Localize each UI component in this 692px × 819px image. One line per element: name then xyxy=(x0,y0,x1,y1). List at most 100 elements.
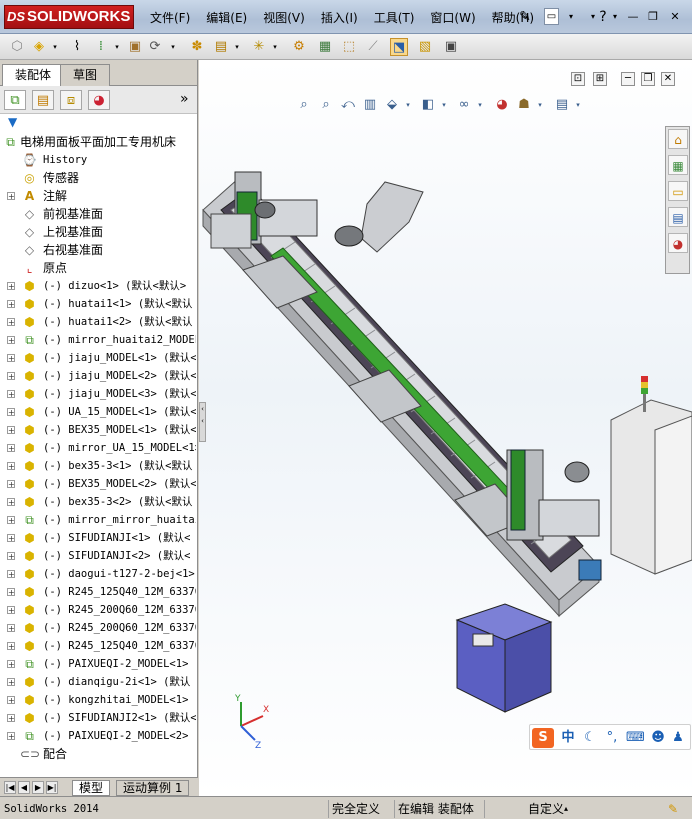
new-document-icon[interactable]: ▭ xyxy=(544,8,559,25)
tree-node-right-plane[interactable]: ◇ 右视基准面 xyxy=(0,241,196,259)
expand-icon[interactable]: + xyxy=(7,732,15,741)
next-tab-arrow-icon[interactable]: ▶ xyxy=(32,781,44,794)
expand-icon[interactable]: + xyxy=(7,642,15,651)
tree-component[interactable]: + ⬢ (-) BEX35_MODEL<2> (默认< xyxy=(0,475,196,493)
filter-icon[interactable]: ▼ xyxy=(8,115,17,129)
tree-component[interactable]: + ⬢ (-) SIFUDIANJI<2> (默认< xyxy=(0,547,196,565)
tree-component[interactable]: + ⬢ (-) R245_200Q60_12M_63370 xyxy=(0,601,196,619)
close-icon[interactable]: ✕ xyxy=(668,10,682,24)
tree-node-annotations[interactable]: + A 注解 xyxy=(0,187,196,205)
paperclip-icon[interactable]: ⌇ xyxy=(68,38,86,56)
chevron-down-icon[interactable]: ▾ xyxy=(164,38,182,56)
tree-component[interactable]: + ⬢ (-) jiaju_MODEL<2> (默认< xyxy=(0,367,196,385)
menu-edit[interactable]: 编辑(E) xyxy=(198,9,255,27)
tree-node-origin[interactable]: ⌞ 原点 xyxy=(0,259,196,277)
prev-tab-arrow-icon[interactable]: ◀ xyxy=(18,781,30,794)
expand-icon[interactable]: + xyxy=(7,390,15,399)
expand-icon[interactable]: + xyxy=(7,696,15,705)
tree-component[interactable]: + ⧉ (-) PAIXUEQI-2_MODEL<2> xyxy=(0,727,196,745)
expand-icon[interactable]: + xyxy=(7,462,15,471)
chevron-up-icon[interactable]: ▴ xyxy=(564,801,568,817)
moon-icon[interactable]: ☾ xyxy=(582,728,598,748)
tree-component[interactable]: + ⬢ (-) SIFUDIANJI<1> (默认< xyxy=(0,529,196,547)
menu-file[interactable]: 文件(F) xyxy=(150,9,198,27)
tree-component[interactable]: + ⬢ (-) kongzhitai_MODEL<1> xyxy=(0,691,196,709)
resources-icon[interactable]: ⌂ xyxy=(668,129,688,149)
menu-window[interactable]: 窗口(W) xyxy=(422,9,483,27)
tree-component[interactable]: + ⬢ (-) R245_125Q40_12M_63370 xyxy=(0,583,196,601)
expand-icon[interactable]: + xyxy=(7,552,15,561)
expand-icon[interactable]: + xyxy=(7,678,15,687)
rebuild-icon[interactable]: ✎ xyxy=(668,801,678,817)
tree-node-top-plane[interactable]: ◇ 上视基准面 xyxy=(0,223,196,241)
expand-icon[interactable]: + xyxy=(7,606,15,615)
chevron-down-icon[interactable]: ▾ xyxy=(228,38,246,56)
expand-icon[interactable]: + xyxy=(7,534,15,543)
chevron-down-icon[interactable]: ▾ xyxy=(108,38,126,56)
tree-node-history[interactable]: ⌚ History xyxy=(0,151,196,169)
expand-icon[interactable]: + xyxy=(7,588,15,597)
graphics-area[interactable]: ⊡ ⊞ ─ ❐ ✕ ⌕ ⌕ ⤺ ▥ ⬙ ▾ ◧ ▾ ∞ ▾ ◕ ☗ ▾ ▤ ▾ … xyxy=(199,60,692,796)
tree-component[interactable]: + ⬢ (-) jiaju_MODEL<1> (默认< xyxy=(0,349,196,367)
tree-component[interactable]: + ⬢ (-) mirror_UA_15_MODEL<1> xyxy=(0,439,196,457)
tree-component[interactable]: + ⬢ (-) huatai1<1> (默认<默认 xyxy=(0,295,196,313)
tree-component[interactable]: + ⬢ (-) huatai1<2> (默认<默认 xyxy=(0,313,196,331)
exploded-view-icon[interactable]: ⬚ xyxy=(340,38,358,56)
expand-icon[interactable]: + xyxy=(7,516,15,525)
expand-icon[interactable]: + xyxy=(7,444,15,453)
solidworks-logo[interactable]: DS SOLIDWORKS xyxy=(4,5,134,29)
show-hidden-icon[interactable]: ✽ xyxy=(188,38,206,56)
clearance-verification-icon[interactable]: ▧ xyxy=(416,38,434,56)
minimize-icon[interactable]: — xyxy=(626,10,640,24)
feature-manager-icon[interactable]: ⧉ xyxy=(4,90,26,110)
display-manager-icon[interactable]: ◕ xyxy=(88,90,110,110)
skin-icon[interactable]: ♟ xyxy=(670,728,686,748)
tree-node-sensors[interactable]: ◎ 传感器 xyxy=(0,169,196,187)
tab-model[interactable]: 模型 xyxy=(72,780,111,796)
new-motion-study-icon[interactable]: ⚙ xyxy=(290,38,308,56)
tree-component[interactable]: + ⧉ (-) mirror_mirror_huaitai2 xyxy=(0,511,196,529)
tree-node-front-plane[interactable]: ◇ 前视基准面 xyxy=(0,205,196,223)
configuration-manager-icon[interactable]: ⧈ xyxy=(60,90,82,110)
last-tab-arrow-icon[interactable]: ▶| xyxy=(46,781,58,794)
punctuation-icon[interactable]: °, xyxy=(604,728,620,748)
tab-sketch[interactable]: 草图 xyxy=(60,64,111,86)
move-component-icon[interactable]: ⟳ xyxy=(146,38,164,56)
file-explorer-icon[interactable]: ▭ xyxy=(668,181,688,201)
tree-component[interactable]: + ⧉ (-) PAIXUEQI-2_MODEL<1> xyxy=(0,655,196,673)
expand-icon[interactable]: + xyxy=(7,426,15,435)
interference-detection-icon[interactable]: ⬔ xyxy=(390,38,408,56)
expand-icon[interactable]: + xyxy=(7,624,15,633)
tree-component[interactable]: + ⬢ (-) dizuo<1> (默认<默认> xyxy=(0,277,196,295)
expand-icon[interactable]: + xyxy=(7,660,15,669)
tree-component[interactable]: + ⬢ (-) BEX35_MODEL<1> (默认< xyxy=(0,421,196,439)
tree-root[interactable]: ⧉ 电梯用面板平面加工专用机床 xyxy=(0,133,196,151)
chevron-down-icon[interactable]: ▾ xyxy=(46,38,64,56)
keyboard-icon[interactable]: ⌨ xyxy=(626,728,645,748)
pin-icon[interactable]: ✎ xyxy=(516,8,534,26)
view-palette-icon[interactable]: ▤ xyxy=(668,207,688,227)
expand-icon[interactable]: + xyxy=(7,336,15,345)
tree-component[interactable]: + ⬢ (-) bex35-3<2> (默认<默认 xyxy=(0,493,196,511)
tree-component[interactable]: + ⬢ (-) SIFUDIANJI2<1> (默认< xyxy=(0,709,196,727)
tree-component[interactable]: + ⬢ (-) dianqigu-2i<1> (默认 xyxy=(0,673,196,691)
expand-icon[interactable]: + xyxy=(7,300,15,309)
restore-icon[interactable]: ❐ xyxy=(646,10,660,24)
expand-icon[interactable]: + xyxy=(7,714,15,723)
sogou-logo[interactable]: S xyxy=(532,728,554,748)
expand-icon[interactable]: + xyxy=(7,570,15,579)
machine-model[interactable] xyxy=(199,60,692,796)
property-manager-icon[interactable]: ▤ xyxy=(32,90,54,110)
chevron-down-icon[interactable]: ▾ xyxy=(266,38,284,56)
more-tabs-arrow[interactable]: » xyxy=(180,91,189,107)
ime-mode[interactable]: 中 xyxy=(560,728,576,748)
tree-component[interactable]: + ⬢ (-) R245_125Q40_12M_63370 xyxy=(0,637,196,655)
tree-node-mates[interactable]: ⊂⊃ 配合 xyxy=(0,745,196,763)
tree-component[interactable]: + ⬢ (-) R245_200Q60_12M_63370 xyxy=(0,619,196,637)
tab-assembly[interactable]: 装配体 xyxy=(2,64,65,86)
expand-icon[interactable]: + xyxy=(7,318,15,327)
chevron-down-icon[interactable]: ▾ xyxy=(562,8,580,26)
status-units[interactable]: 自定义 xyxy=(528,801,564,817)
chevron-down-icon[interactable]: ▾ xyxy=(606,8,624,26)
tab-motion-study[interactable]: 运动算例 1 xyxy=(116,780,190,796)
